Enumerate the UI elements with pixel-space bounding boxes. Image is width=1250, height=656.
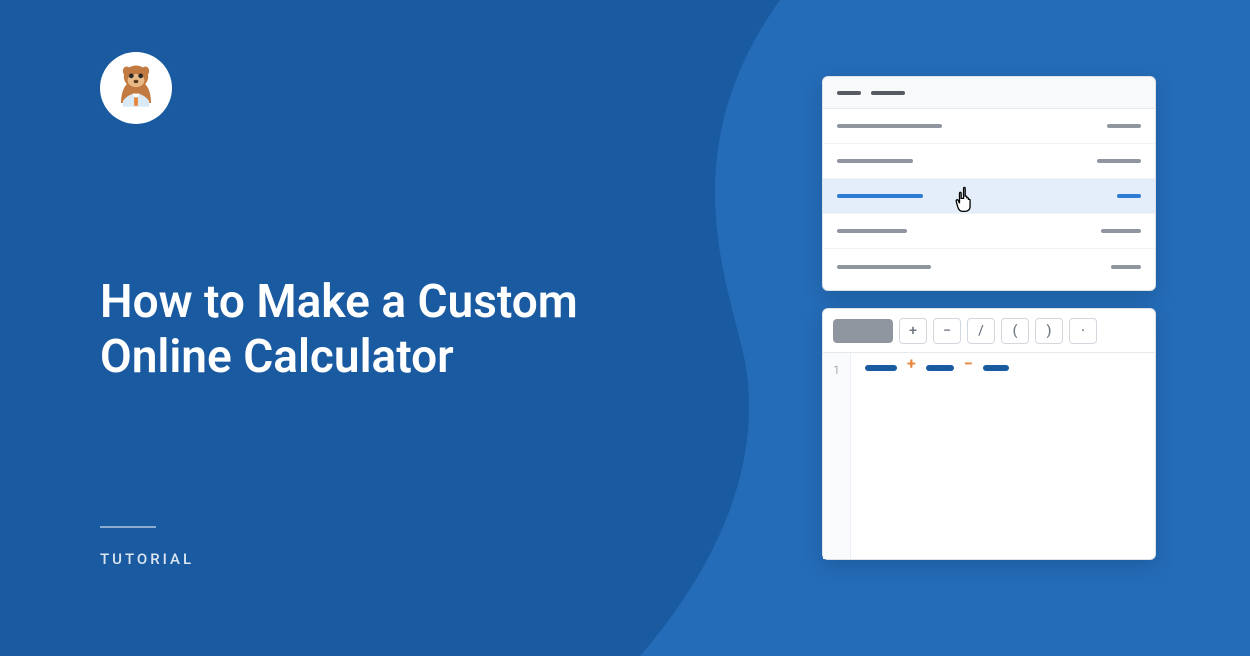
- row-label-bar: [837, 229, 907, 233]
- operator-button[interactable]: ·: [1069, 318, 1097, 344]
- title-divider: [100, 526, 156, 528]
- list-row[interactable]: [823, 144, 1155, 179]
- brand-logo: [100, 52, 172, 124]
- row-label-bar: [837, 124, 942, 128]
- category-label: TUTORIAL: [100, 550, 194, 568]
- pointer-cursor-icon: [953, 185, 979, 215]
- operator-button[interactable]: ): [1035, 318, 1063, 344]
- field-selector-button[interactable]: [833, 319, 893, 343]
- editor-toolbar: +−/()·: [823, 309, 1155, 353]
- row-value-bar: [1097, 159, 1141, 163]
- list-row[interactable]: [823, 179, 1155, 214]
- header-bar: [871, 91, 905, 95]
- list-row[interactable]: [823, 109, 1155, 144]
- line-gutter: 1: [823, 353, 851, 559]
- operator-token: +: [907, 361, 916, 367]
- header-bar: [837, 91, 861, 95]
- row-value-bar: [1117, 194, 1141, 198]
- operator-button[interactable]: +: [899, 318, 927, 344]
- operator-button[interactable]: /: [967, 318, 995, 344]
- operator-token: −: [964, 361, 973, 367]
- row-value-bar: [1101, 229, 1141, 233]
- fields-list-panel: [822, 76, 1156, 291]
- row-value-bar: [1107, 124, 1141, 128]
- row-label-bar: [837, 265, 931, 269]
- list-header: [823, 77, 1155, 109]
- formula-input[interactable]: +−: [851, 353, 1155, 559]
- page-title: How to Make a Custom Online Calculator: [100, 275, 660, 385]
- row-label-bar: [837, 194, 923, 198]
- row-label-bar: [837, 159, 913, 163]
- field-token: [983, 365, 1009, 371]
- list-row[interactable]: [823, 214, 1155, 249]
- operator-button[interactable]: (: [1001, 318, 1029, 344]
- list-row[interactable]: [823, 249, 1155, 284]
- line-number: 1: [823, 363, 850, 377]
- operator-button[interactable]: −: [933, 318, 961, 344]
- field-token: [865, 365, 897, 371]
- row-value-bar: [1111, 265, 1141, 269]
- formula-editor-panel: +−/()· 1 +−: [822, 308, 1156, 560]
- field-token: [926, 365, 954, 371]
